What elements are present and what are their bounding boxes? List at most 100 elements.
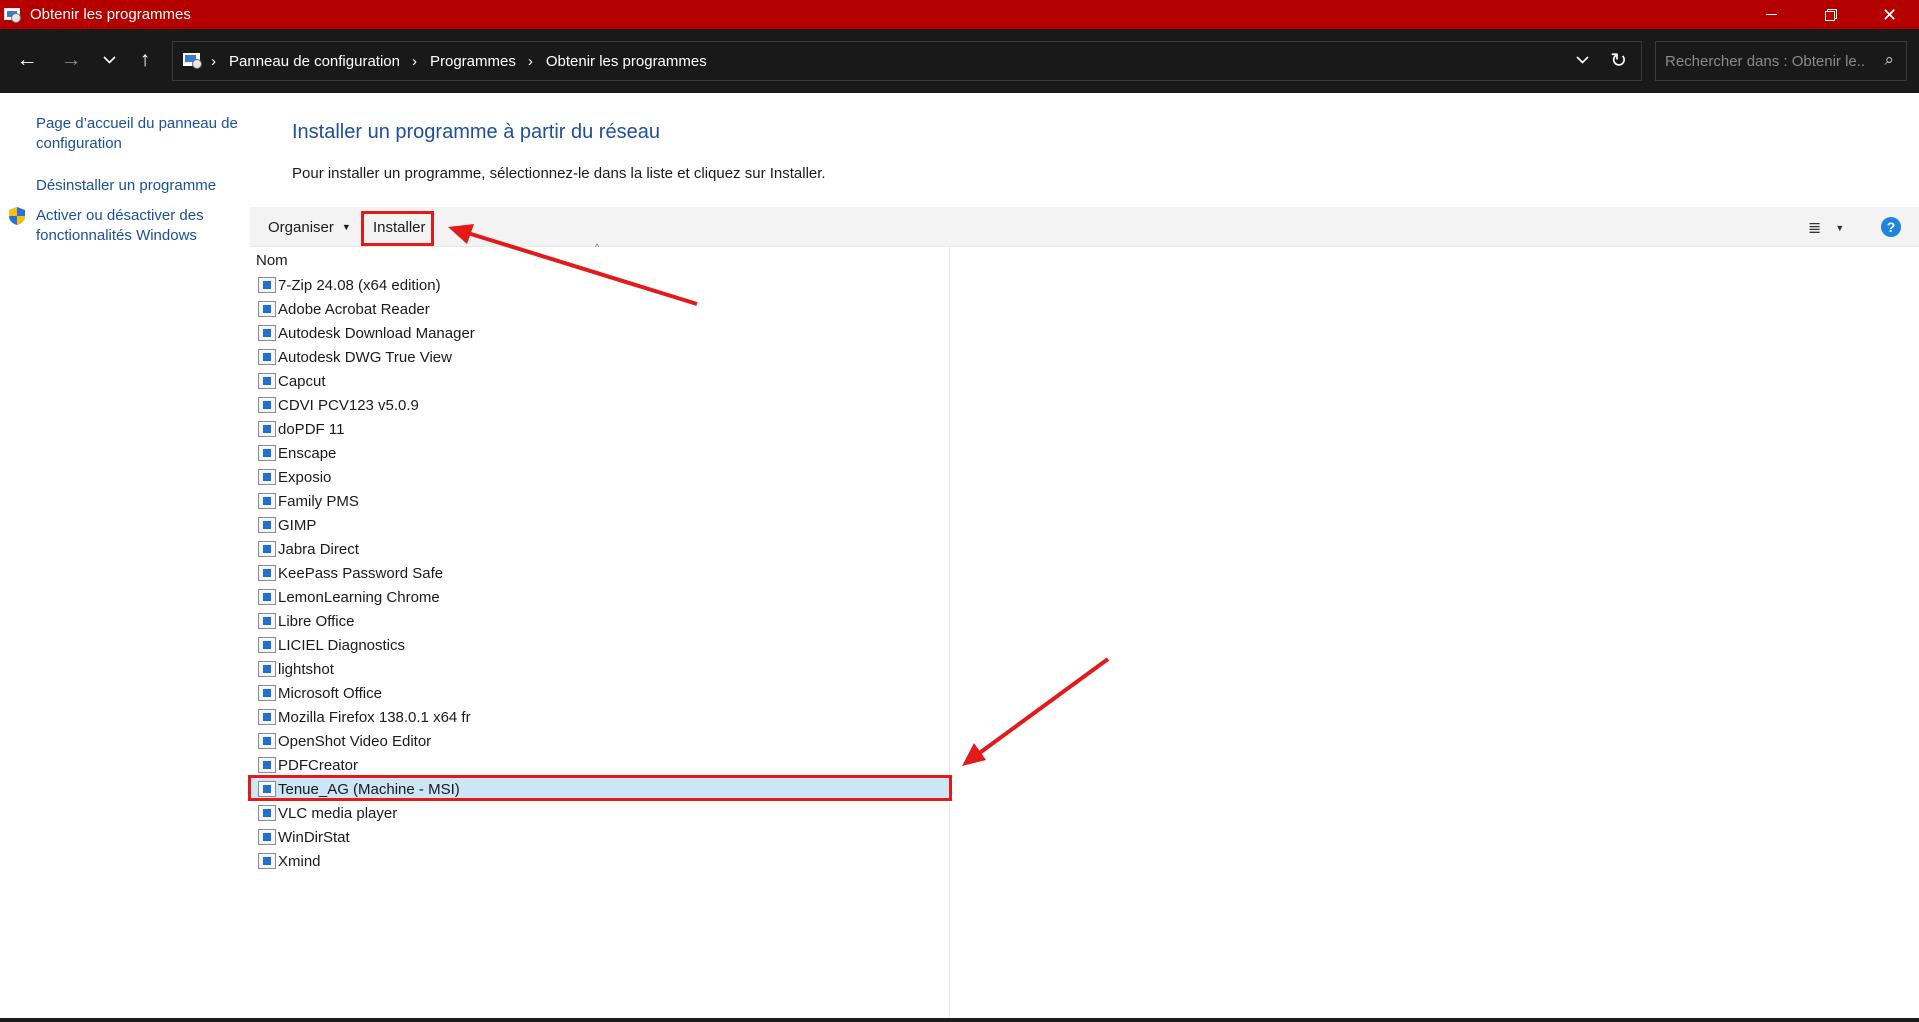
list-item[interactable]: WinDirStat — [250, 825, 950, 849]
list-item[interactable]: PDFCreator — [250, 753, 950, 777]
back-arrow-icon: ← — [16, 48, 38, 71]
list-item[interactable]: lightshot — [250, 657, 950, 681]
program-name: 7-Zip 24.08 (x64 edition) — [278, 276, 441, 294]
installer-package-icon — [258, 709, 276, 725]
list-item[interactable]: Enscape — [250, 441, 950, 465]
breadcrumb-control-panel[interactable]: Panneau de configuration — [229, 53, 400, 70]
list-item[interactable]: doPDF 11 — [250, 417, 950, 441]
list-item[interactable]: Xmind — [250, 849, 950, 873]
forward-button[interactable]: → — [54, 43, 88, 77]
program-name: Mozilla Firefox 138.0.1 x64 fr — [278, 708, 471, 726]
program-name: doPDF 11 — [278, 420, 345, 438]
minimize-button[interactable] — [1742, 0, 1801, 29]
installer-package-icon — [258, 349, 276, 365]
close-button[interactable]: ✕ — [1860, 0, 1919, 29]
address-toolbar: ← → ↑ › Panneau de configuration › Progr… — [0, 29, 1919, 93]
control-panel-home-link[interactable]: Page d’accueil du panneau de configurati… — [36, 114, 246, 154]
help-icon[interactable]: ? — [1881, 217, 1901, 237]
up-button[interactable]: ↑ — [128, 43, 162, 77]
list-item[interactable]: KeePass Password Safe — [250, 561, 950, 585]
list-item[interactable]: Microsoft Office — [250, 681, 950, 705]
refresh-button[interactable]: ↻ — [1610, 48, 1627, 73]
installer-package-icon — [258, 373, 276, 389]
installer-package-icon — [258, 517, 276, 533]
list-item[interactable]: Jabra Direct — [250, 537, 950, 561]
organize-menu[interactable]: Organiser ▼ — [268, 207, 351, 247]
installer-package-icon — [258, 469, 276, 485]
list-item[interactable]: CDVI PCV123 v5.0.9 — [250, 393, 950, 417]
breadcrumb-get-programs[interactable]: Obtenir les programmes — [546, 53, 707, 70]
program-name: Capcut — [278, 372, 326, 390]
selected-row-highlight-box — [248, 775, 952, 801]
list-item[interactable]: Family PMS — [250, 489, 950, 513]
list-item[interactable]: GIMP — [250, 513, 950, 537]
forward-arrow-icon: → — [60, 48, 82, 71]
control-panel-icon — [183, 52, 203, 70]
recent-locations-button[interactable] — [92, 43, 126, 77]
dropdown-arrow-icon: ▼ — [1835, 223, 1845, 233]
tasks-pane: Page d’accueil du panneau de configurati… — [0, 93, 250, 1018]
annotation-arrowhead-row — [962, 743, 986, 766]
uac-shield-icon — [9, 207, 25, 225]
command-bar: Organiser ▼ Installer — [250, 207, 1919, 247]
list-item[interactable]: OpenShot Video Editor — [250, 729, 950, 753]
search-icon[interactable]: ⌕ — [1884, 50, 1894, 70]
installer-package-icon — [258, 493, 276, 509]
up-arrow-icon: ↑ — [139, 48, 151, 71]
breadcrumb-separator-icon[interactable]: › — [211, 53, 216, 70]
program-name: GIMP — [278, 516, 317, 534]
program-name: PDFCreator — [278, 756, 359, 774]
program-list: Nom ^ 7-Zip 24.08 (x64 edition) Adobe Acr… — [250, 242, 950, 1022]
list-item[interactable]: Mozilla Firefox 138.0.1 x64 fr — [250, 705, 950, 729]
program-name: Xmind — [278, 852, 321, 870]
installer-package-icon — [258, 325, 276, 341]
column-header-name[interactable]: Nom — [256, 252, 288, 269]
breadcrumb-programs[interactable]: Programmes — [430, 53, 516, 70]
list-item[interactable]: Adobe Acrobat Reader — [250, 297, 950, 321]
installer-package-icon — [258, 589, 276, 605]
list-item[interactable]: Capcut — [250, 369, 950, 393]
program-name: OpenShot Video Editor — [278, 732, 432, 750]
address-bar[interactable]: › Panneau de configuration › Programmes … — [172, 41, 1642, 81]
program-name: LICIEL Diagnostics — [278, 636, 406, 654]
program-name: VLC media player — [278, 804, 398, 822]
organize-label: Organiser — [268, 218, 334, 236]
list-item[interactable]: 7-Zip 24.08 (x64 edition) — [250, 273, 950, 297]
installer-package-icon — [258, 829, 276, 845]
installer-package-icon — [258, 613, 276, 629]
details-view-icon: ≣ — [1808, 220, 1822, 237]
change-view-button[interactable]: ≣ ▼ — [1808, 218, 1844, 238]
program-name: Enscape — [278, 444, 337, 462]
list-item[interactable]: Exposio — [250, 465, 950, 489]
program-name: LemonLearning Chrome — [278, 588, 440, 606]
program-name: Family PMS — [278, 492, 359, 510]
installer-package-icon — [258, 421, 276, 437]
program-name: Autodesk Download Manager — [278, 324, 475, 342]
breadcrumb-separator-icon[interactable]: › — [528, 53, 533, 70]
control-panel-icon — [3, 6, 23, 24]
list-item[interactable]: Autodesk DWG True View — [250, 345, 950, 369]
program-name: lightshot — [278, 660, 334, 678]
program-name: Jabra Direct — [278, 540, 359, 558]
installer-package-icon — [258, 565, 276, 581]
uninstall-program-link[interactable]: Désinstaller un programme — [36, 176, 216, 196]
back-button[interactable]: ← — [10, 43, 44, 77]
program-name: WinDirStat — [278, 828, 350, 846]
windows-features-link[interactable]: Activer ou désactiver des fonctionnalité… — [36, 206, 236, 246]
instruction-text: Pour installer un programme, sélectionne… — [292, 165, 826, 182]
list-item[interactable]: LemonLearning Chrome — [250, 585, 950, 609]
search-box[interactable]: ⌕ — [1655, 41, 1907, 81]
program-name: KeePass Password Safe — [278, 564, 444, 582]
address-dropdown-button[interactable] — [1576, 51, 1589, 68]
restore-button[interactable] — [1801, 0, 1860, 29]
installer-package-icon — [258, 805, 276, 821]
list-item[interactable]: Autodesk Download Manager — [250, 321, 950, 345]
breadcrumb-separator-icon[interactable]: › — [412, 53, 417, 70]
title-bar: Obtenir les programmes ✕ — [0, 0, 1919, 29]
search-input[interactable] — [1665, 52, 1865, 70]
window-title: Obtenir les programmes — [30, 6, 191, 23]
list-item[interactable]: Libre Office — [250, 609, 950, 633]
list-item[interactable]: LICIEL Diagnostics — [250, 633, 950, 657]
list-item[interactable]: VLC media player — [250, 801, 950, 825]
install-highlight-box — [361, 211, 434, 246]
